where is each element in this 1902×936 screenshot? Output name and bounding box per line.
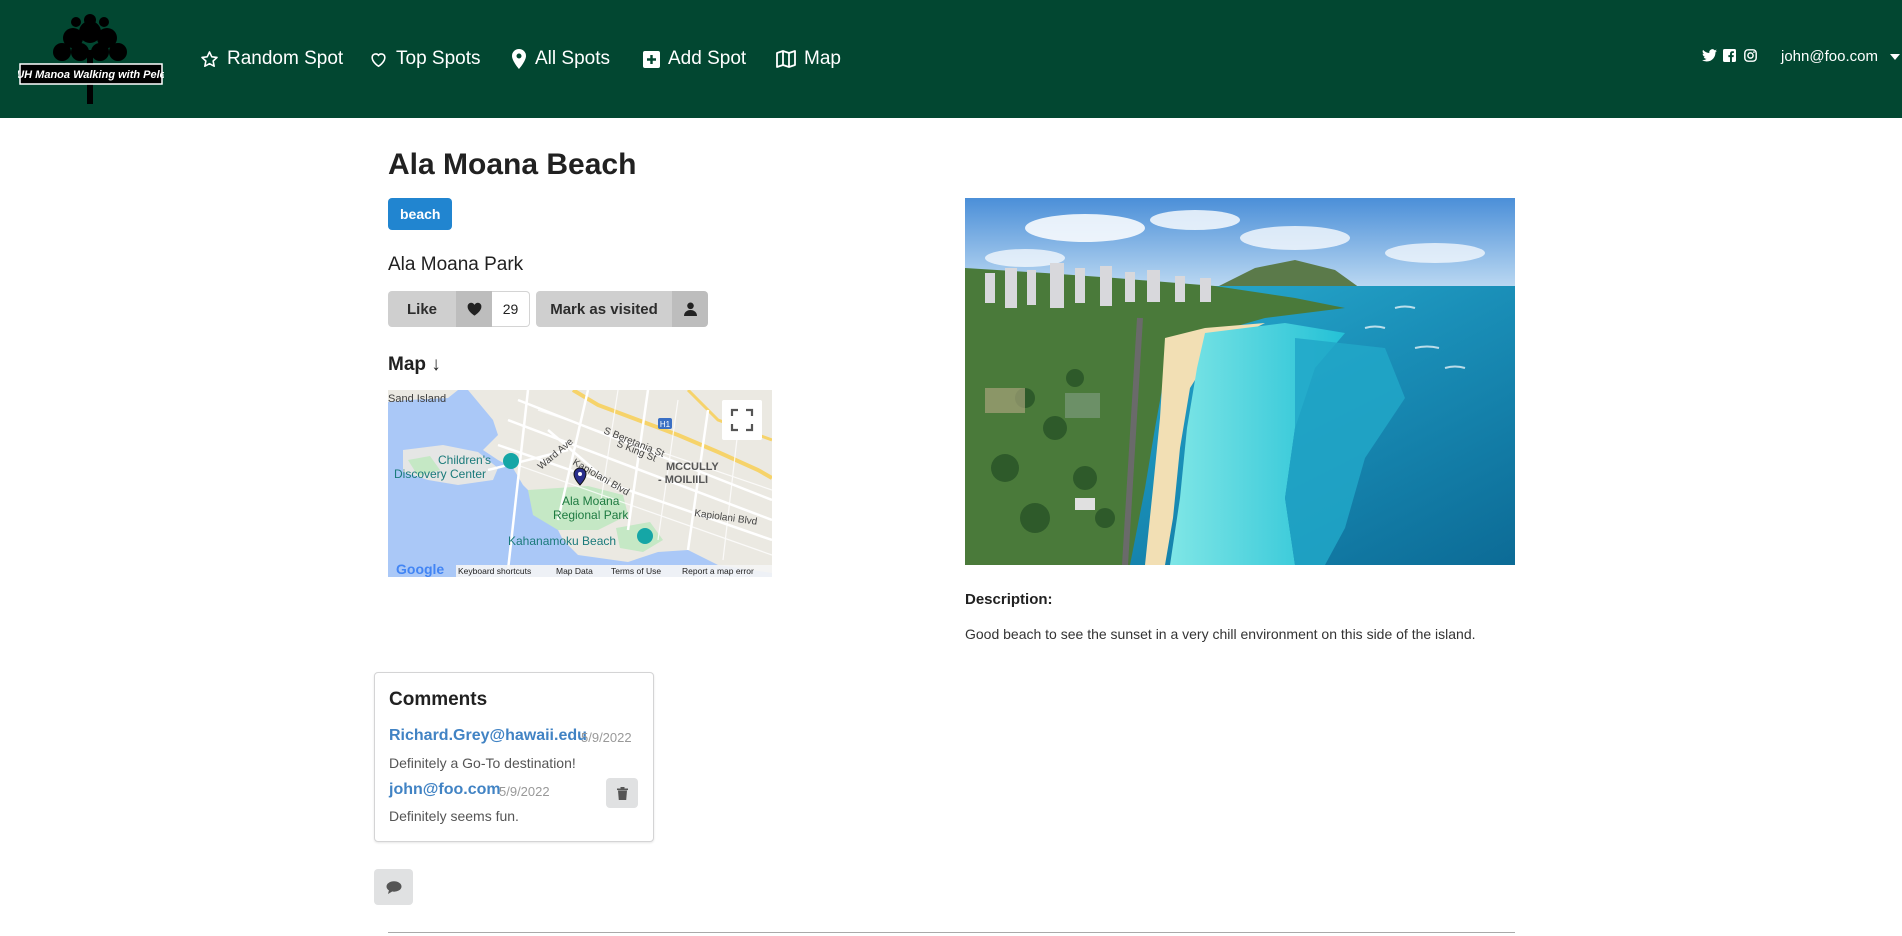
comment-date: 5/9/2022 — [581, 730, 632, 745]
nav-top-spots[interactable]: Top Spots — [369, 46, 481, 72]
museum-poi-icon[interactable] — [503, 453, 519, 469]
user-dropdown[interactable]: john@foo.com — [1781, 48, 1900, 65]
comments-card: Comments Richard.Grey@hawaii.edu 5/9/202… — [374, 672, 654, 842]
mark-visited-button[interactable]: Mark as visited — [536, 291, 672, 327]
visited-button-group: Mark as visited — [536, 291, 708, 327]
trash-icon — [616, 786, 628, 800]
description-text: Good beach to see the sunset in a very c… — [965, 626, 1476, 642]
comment-text: Definitely seems fun. — [389, 808, 519, 824]
map-label-mccully-2: - MOILIILI — [658, 474, 708, 486]
twitter-icon — [1702, 49, 1717, 62]
nav-label: Add Spot — [668, 48, 747, 69]
add-comment-button[interactable] — [374, 869, 413, 905]
nav-label: Random Spot — [227, 48, 344, 69]
nav-map[interactable]: Map — [776, 46, 841, 72]
page-title: Ala Moana Beach — [388, 148, 637, 181]
like-count: 29 — [492, 291, 530, 327]
spot-photo — [965, 198, 1515, 565]
spot-location: Ala Moana Park — [388, 254, 524, 275]
nav-label: All Spots — [535, 48, 610, 69]
heart-outline-icon — [371, 52, 386, 67]
map-label-alamoana-2: Regional Park — [553, 508, 629, 522]
heart-icon — [467, 302, 481, 316]
delete-comment-button[interactable] — [606, 778, 638, 808]
map-terms-link[interactable]: Terms of Use — [611, 566, 661, 576]
instagram-link[interactable] — [1744, 49, 1757, 62]
like-heart-button[interactable] — [456, 291, 492, 327]
nav-label: Top Spots — [396, 48, 481, 69]
map-marker-icon — [512, 49, 526, 69]
top-navbar: UH Manoa Walking with Pele Random Spot T… — [0, 0, 1902, 118]
svg-text:UH Manoa Walking with Pele: UH Manoa Walking with Pele — [18, 69, 164, 81]
category-tag[interactable]: beach — [388, 198, 453, 230]
embedded-map[interactable]: Sand Island Children's Discovery Center … — [388, 390, 772, 577]
mark-visited-user-button[interactable] — [672, 291, 708, 327]
like-button[interactable]: Like — [388, 291, 456, 327]
google-logo[interactable]: Google — [396, 561, 444, 577]
facebook-link[interactable] — [1723, 49, 1736, 62]
description-label: Description: — [965, 591, 1053, 608]
comment-icon — [386, 880, 401, 894]
instagram-icon — [1744, 49, 1757, 62]
map-fullscreen-button[interactable] — [722, 400, 762, 440]
comment-author[interactable]: john@foo.com — [389, 781, 501, 799]
map-keyboard-shortcuts-link[interactable]: Keyboard shortcuts — [458, 566, 531, 576]
comment-author[interactable]: Richard.Grey@hawaii.edu — [389, 727, 587, 745]
map-label-kahanamoku: Kahanamoku Beach — [508, 534, 616, 548]
facebook-icon — [1723, 49, 1736, 62]
comment-date: 5/9/2022 — [499, 784, 550, 799]
map-label-sand-island: Sand Island — [388, 393, 446, 405]
twitter-link[interactable] — [1702, 49, 1717, 62]
section-divider — [388, 932, 1515, 933]
nav-label: Map — [804, 48, 841, 69]
plus-square-icon — [643, 50, 660, 68]
map-report-error-link[interactable]: Report a map error — [682, 566, 754, 576]
map-label-childrens-2: Discovery Center — [394, 467, 486, 481]
interstate-label: H1 — [660, 420, 671, 429]
map-outline-icon — [776, 50, 796, 68]
comment-text: Definitely a Go-To destination! — [389, 755, 576, 771]
nav-add-spot[interactable]: Add Spot — [643, 46, 746, 72]
comments-title: Comments — [389, 689, 488, 710]
nav-all-spots[interactable]: All Spots — [511, 46, 610, 72]
map-canvas[interactable]: Sand Island Children's Discovery Center … — [388, 390, 772, 577]
map-heading: Map ↓ — [388, 354, 441, 375]
nav-random-spot[interactable]: Random Spot — [200, 46, 343, 72]
map-label-childrens-1: Children's — [438, 453, 491, 467]
map-label-alamoana-1: Ala Moana — [562, 494, 620, 508]
user-email: john@foo.com — [1781, 48, 1878, 65]
caret-down-icon — [1889, 53, 1900, 60]
beach-poi-icon[interactable] — [637, 528, 653, 544]
map-label-mccully-1: MCCULLY — [666, 461, 719, 473]
star-outline-icon — [201, 50, 218, 67]
map-data-link[interactable]: Map Data — [556, 566, 593, 576]
site-logo[interactable]: UH Manoa Walking with Pele — [18, 12, 164, 104]
like-button-group: Like 29 — [388, 291, 530, 327]
user-icon — [683, 302, 697, 316]
